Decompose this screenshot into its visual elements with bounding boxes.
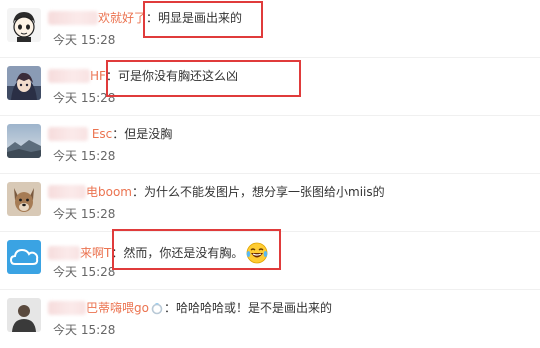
comment-time: 今天 15:28 bbox=[53, 207, 116, 221]
comment-line: HF：可是你没有胸还这么凶 bbox=[48, 68, 238, 84]
colon-separator: ： bbox=[146, 11, 159, 25]
comment-text: 哈哈哈哈或！是不是画出来的 bbox=[175, 301, 332, 315]
comment-time: 今天 15:28 bbox=[53, 265, 116, 279]
username-link[interactable]: Esc bbox=[92, 127, 112, 141]
colon-separator: ： bbox=[105, 69, 118, 83]
comment-line: Esc：但是没胸 bbox=[48, 126, 172, 142]
username-redacted bbox=[48, 185, 86, 199]
username-redacted bbox=[48, 246, 80, 260]
dog-avatar-icon[interactable] bbox=[7, 182, 41, 216]
username-link[interactable]: 来啊T bbox=[80, 246, 111, 260]
laughing-tears-emoji-icon bbox=[246, 242, 268, 264]
username-link[interactable]: 欢就好了 bbox=[98, 11, 146, 25]
colon-separator: ： bbox=[112, 127, 125, 141]
comment-text: 然而，你还是没有胸。 bbox=[123, 246, 244, 260]
comment-time: 今天 15:28 bbox=[53, 149, 116, 163]
comment-item: 巴蒂嗨喂go ：哈哈哈哈或！是不是画出来的 今天 15:28 bbox=[0, 290, 540, 348]
comment-item: 电boom：为什么不能发图片，想分享一张图给小miis的 今天 15:28 bbox=[0, 174, 540, 232]
comment-text: 明显是画出来的 bbox=[158, 11, 243, 25]
anime-avatar-icon[interactable] bbox=[7, 66, 41, 100]
comment-time: 今天 15:28 bbox=[53, 323, 116, 337]
colon-separator: ： bbox=[163, 301, 176, 315]
person-avatar-icon[interactable] bbox=[7, 298, 41, 332]
comment-text: 可是你没有胸还这么凶 bbox=[117, 69, 238, 83]
username-link[interactable]: 巴蒂嗨喂go bbox=[86, 301, 149, 315]
username-redacted bbox=[48, 11, 98, 25]
username-redacted bbox=[48, 69, 90, 83]
colon-separator: ： bbox=[111, 246, 124, 260]
comment-line: 电boom：为什么不能发图片，想分享一张图给小miis的 bbox=[48, 184, 385, 200]
username-link[interactable]: HF bbox=[90, 69, 106, 83]
ring-badge-icon bbox=[151, 303, 163, 315]
comment-text: 为什么不能发图片，想分享一张图给小miis的 bbox=[144, 185, 385, 199]
username-redacted bbox=[48, 127, 88, 141]
comment-time: 今天 15:28 bbox=[53, 33, 116, 47]
comment-item: 欢就好了：明显是画出来的 今天 15:28 bbox=[0, 0, 540, 58]
comment-item: Esc：但是没胸 今天 15:28 bbox=[0, 116, 540, 174]
comment-item: 来啊T：然而，你还是没有胸。 今天 15:28 bbox=[0, 232, 540, 290]
comment-line: 来啊T：然而，你还是没有胸。 bbox=[48, 242, 268, 264]
landscape-avatar-icon[interactable] bbox=[7, 124, 41, 158]
comment-text: 但是没胸 bbox=[124, 127, 173, 141]
comment-line: 欢就好了：明显是画出来的 bbox=[48, 10, 242, 26]
comment-time: 今天 15:28 bbox=[53, 91, 116, 105]
cloud-avatar-icon[interactable] bbox=[7, 240, 41, 274]
username-link[interactable]: 电boom bbox=[86, 185, 132, 199]
comment-item: HF：可是你没有胸还这么凶 今天 15:28 bbox=[0, 58, 540, 116]
cartoon-boy-avatar-icon[interactable] bbox=[7, 8, 41, 42]
comment-line: 巴蒂嗨喂go ：哈哈哈哈或！是不是画出来的 bbox=[48, 300, 332, 316]
username-redacted bbox=[48, 301, 86, 315]
colon-separator: ： bbox=[132, 185, 145, 199]
